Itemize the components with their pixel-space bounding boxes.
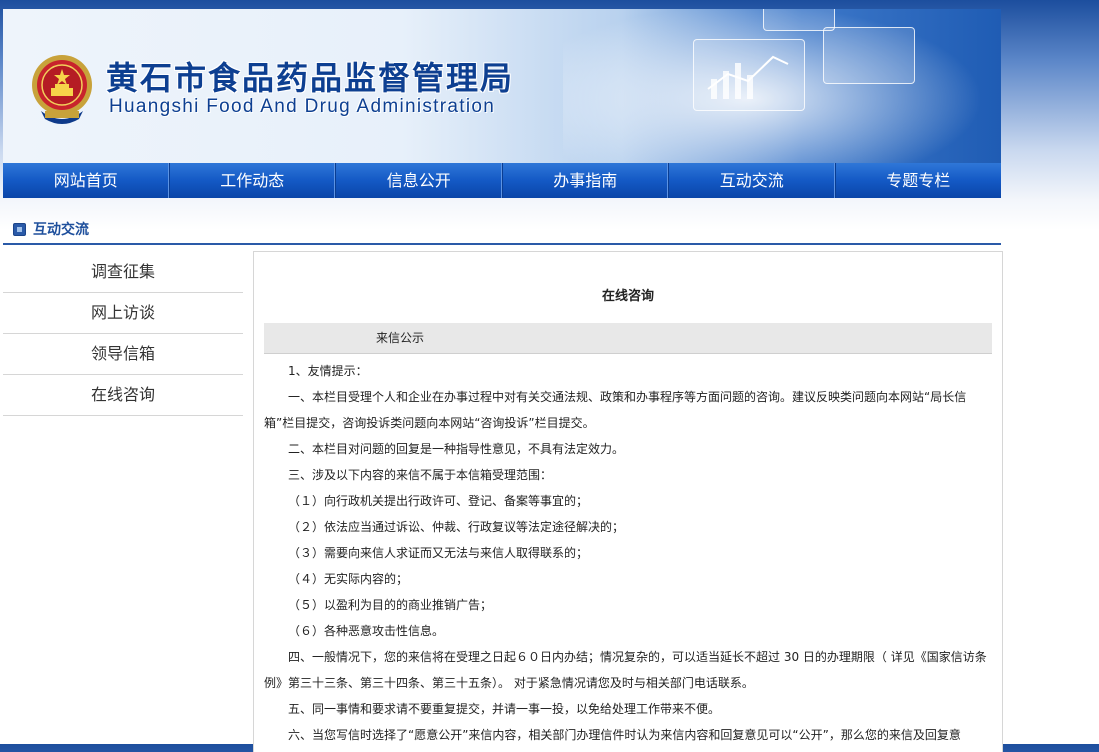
nav-special-topics[interactable]: 专题专栏 — [836, 163, 1002, 198]
notice-paragraph: （５）以盈利为目的的商业推销广告； — [288, 598, 493, 612]
sidebar-item-online-interview[interactable]: 网上访谈 — [3, 293, 243, 334]
sidebar-item-survey[interactable]: 调查征集 — [3, 252, 243, 293]
nav-interaction[interactable]: 互动交流 — [669, 163, 836, 198]
notice-paragraph: 五、同一事情和要求请不要重复提交，并请一事一投，以免给处理工作带来不便。 — [288, 702, 721, 716]
notice-paragraph: 四、一般情况下，您的来信将在受理之日起６０日内办结；情况复杂的，可以适当延长不超… — [264, 650, 987, 690]
notice-paragraph: 三、涉及以下内容的来信不属于本信箱受理范围： — [288, 468, 553, 482]
section-header: 互动交流 — [3, 215, 1001, 245]
section-bullet-icon — [13, 223, 26, 236]
site-title-cn: 黄石市食品药品监督管理局 — [106, 59, 515, 97]
notice-content: 1、友情提示： 一、本栏目受理个人和企业在办事过程中对有关交通法规、政策和办事程… — [264, 358, 992, 748]
main-nav: 网站首页 工作动态 信息公开 办事指南 互动交流 专题专栏 — [3, 163, 1001, 198]
page-title: 在线咨询 — [601, 289, 654, 304]
tab-bar: 来信公示 — [264, 323, 992, 354]
banner-decoration-panel — [823, 27, 915, 84]
banner-decoration-panel — [763, 9, 835, 31]
sidebar: 调查征集 网上访谈 领导信箱 在线咨询 — [3, 252, 243, 416]
sidebar-item-online-consultation[interactable]: 在线咨询 — [3, 375, 243, 416]
section-title: 互动交流 — [33, 222, 89, 238]
notice-paragraph: 一、本栏目受理个人和企业在办事过程中对有关交通法规、政策和办事程序等方面问题的咨… — [264, 390, 967, 430]
banner-chart-graphic — [707, 55, 789, 99]
nav-info-disclosure[interactable]: 信息公开 — [336, 163, 503, 198]
notice-paragraph: （３）需要向来信人求证而又无法与来信人取得联系的； — [288, 546, 589, 560]
nav-service-guide[interactable]: 办事指南 — [503, 163, 669, 198]
sidebar-item-leader-mailbox[interactable]: 领导信箱 — [3, 334, 243, 375]
main-panel: 在线咨询 来信公示 1、友情提示： 一、本栏目受理个人和企业在办事过程中对有关交… — [253, 251, 1003, 752]
notice-paragraph: 二、本栏目对问题的回复是一种指导性意见，不具有法定效力。 — [288, 442, 625, 456]
notice-paragraph: （４）无实际内容的； — [288, 572, 409, 586]
notice-paragraph: 六、当您写信时选择了“愿意公开”来信内容，相关部门办理信件时认为来信内容和回复意… — [288, 728, 961, 742]
national-emblem-icon — [32, 55, 92, 124]
nav-home[interactable]: 网站首页 — [3, 163, 170, 198]
tab-letter-publicity[interactable]: 来信公示 — [376, 323, 424, 353]
page-wrapper: 黄石市食品药品监督管理局 Huangshi Food And Drug Admi… — [3, 9, 1003, 752]
notice-paragraph: 1、友情提示： — [288, 364, 368, 378]
site-title-en: Huangshi Food And Drug Administration — [109, 96, 496, 117]
notice-paragraph: （２）依法应当通过诉讼、仲裁、行政复议等法定途径解决的； — [288, 520, 625, 534]
notice-paragraph: （６）各种恶意攻击性信息。 — [288, 624, 445, 638]
nav-work-news[interactable]: 工作动态 — [170, 163, 336, 198]
notice-paragraph: （１）向行政机关提出行政许可、登记、备案等事宜的； — [288, 494, 589, 508]
header-banner: 黄石市食品药品监督管理局 Huangshi Food And Drug Admi… — [3, 9, 1001, 163]
